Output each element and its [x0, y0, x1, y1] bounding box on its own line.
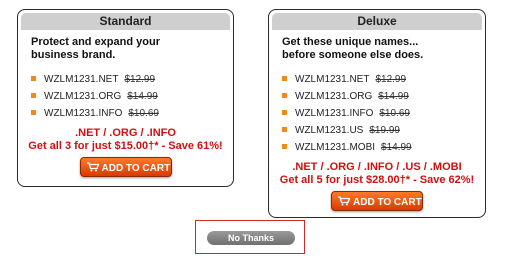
shopping-cart-icon — [86, 162, 99, 172]
strikethrough-price: $14.99 — [381, 142, 412, 153]
standard-deal-text: Get all 3 for just $15.00†* - Save 61%! — [28, 140, 223, 152]
deluxe-deal-text: Get all 5 for just $28.00†* - Save 62%! — [279, 174, 475, 186]
domain-item: WZLM1231.NET $12.99 — [31, 71, 233, 88]
bullet-icon — [282, 143, 287, 149]
deluxe-title: Deluxe — [272, 13, 482, 30]
standard-extensions: .NET / .ORG / .INFO — [75, 127, 176, 139]
strikethrough-price: $10.69 — [379, 108, 410, 119]
deluxe-domain-list: WZLM1231.NET $12.99 WZLM1231.ORG $14.99 WZ… — [282, 71, 485, 156]
no-thanks-button[interactable]: No Thanks — [207, 231, 295, 245]
domain-item: WZLM1231.NET $12.99 — [282, 71, 485, 88]
bullet-icon — [282, 75, 287, 81]
bullet-icon — [282, 109, 287, 115]
domain-item: WZLM1231.INFO $10.69 — [31, 105, 233, 122]
bullet-icon — [31, 109, 36, 115]
bullet-icon — [282, 126, 287, 132]
domain-item: WZLM1231.US $19.99 — [282, 122, 485, 139]
domain-item: WZLM1231.ORG $14.99 — [31, 88, 233, 105]
strikethrough-price: $14.99 — [127, 91, 158, 102]
deluxe-extensions: .NET / .ORG / .INFO / .US / .MOBI — [292, 161, 462, 173]
strikethrough-price: $14.99 — [378, 91, 409, 102]
standard-tagline: Protect and expand your business brand. — [31, 36, 160, 61]
standard-domain-list: WZLM1231.NET $12.99 WZLM1231.ORG $14.99 WZ… — [31, 71, 233, 122]
deluxe-add-to-cart-button[interactable]: ADD TO CART — [331, 191, 423, 211]
no-thanks-highlight: No Thanks — [195, 220, 305, 254]
domain-item: WZLM1231.INFO $10.69 — [282, 105, 485, 122]
strikethrough-price: $19.99 — [369, 125, 400, 136]
standard-add-to-cart-button[interactable]: ADD TO CART — [79, 157, 172, 177]
bullet-icon — [282, 92, 287, 98]
shopping-cart-icon — [338, 196, 350, 206]
domain-item: WZLM1231.MOBI $14.99 — [282, 139, 485, 156]
deluxe-package-panel: Deluxe Get these unique names... before … — [268, 9, 486, 218]
domain-item: WZLM1231.ORG $14.99 — [282, 88, 485, 105]
strikethrough-price: $10.69 — [128, 108, 159, 119]
bullet-icon — [31, 92, 36, 98]
strikethrough-price: $12.99 — [124, 74, 156, 85]
bullet-icon — [31, 75, 36, 81]
deluxe-tagline: Get these unique names... before someone… — [282, 36, 424, 61]
standard-package-panel: Standard Protect and expand your busines… — [17, 9, 234, 187]
standard-title: Standard — [21, 13, 230, 30]
strikethrough-price: $12.99 — [375, 74, 407, 85]
